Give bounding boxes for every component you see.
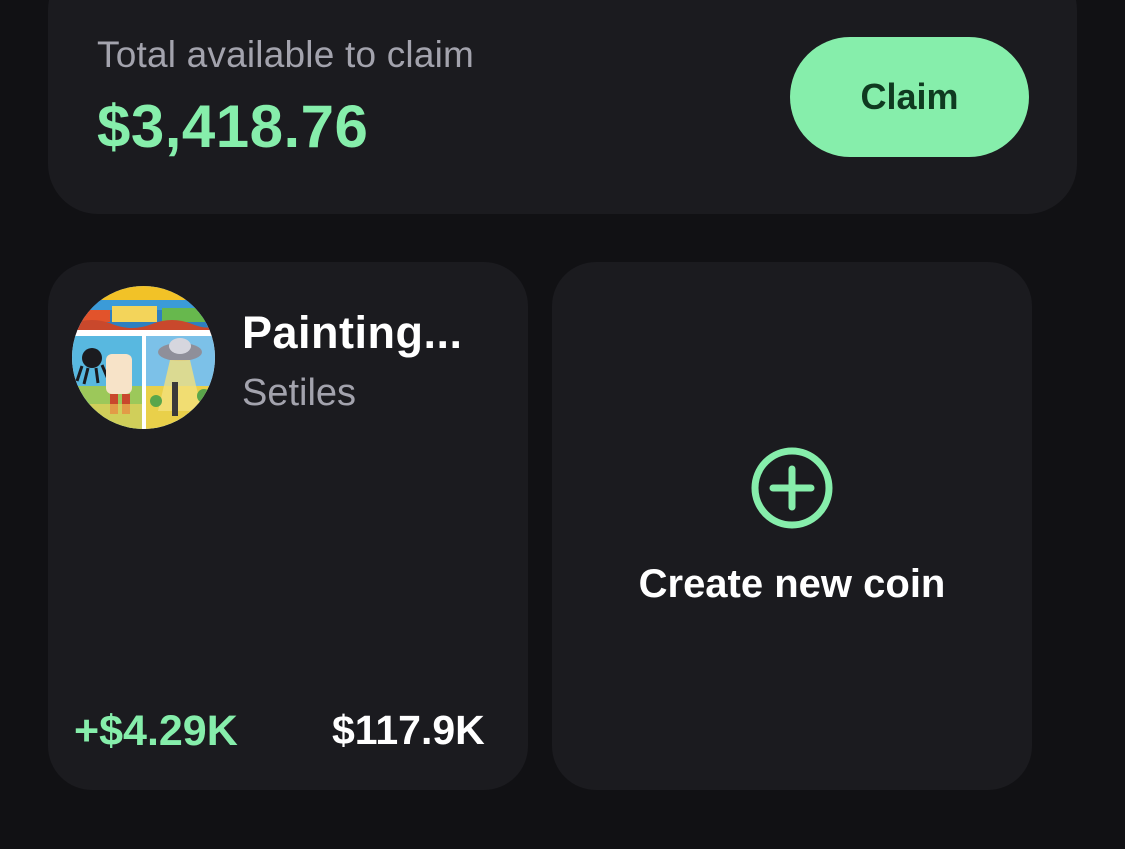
painting-collage-thumbnail [72, 286, 215, 429]
create-coin-label: Create new coin [638, 562, 946, 606]
coin-avatar [72, 286, 215, 429]
claim-label: Total available to claim [97, 34, 475, 75]
claim-amount: $3,418.76 [97, 93, 369, 160]
coin-name: Painting... [242, 307, 463, 358]
coin-creator: Setiles [242, 372, 357, 414]
coin-market-cap: $117.9K [332, 707, 485, 753]
page: Total available to claim $3,418.76 Claim [0, 0, 1125, 849]
claim-button[interactable]: Claim [790, 37, 1029, 157]
plus-circle-icon[interactable] [750, 446, 834, 530]
coin-change: +$4.29K [74, 707, 238, 755]
